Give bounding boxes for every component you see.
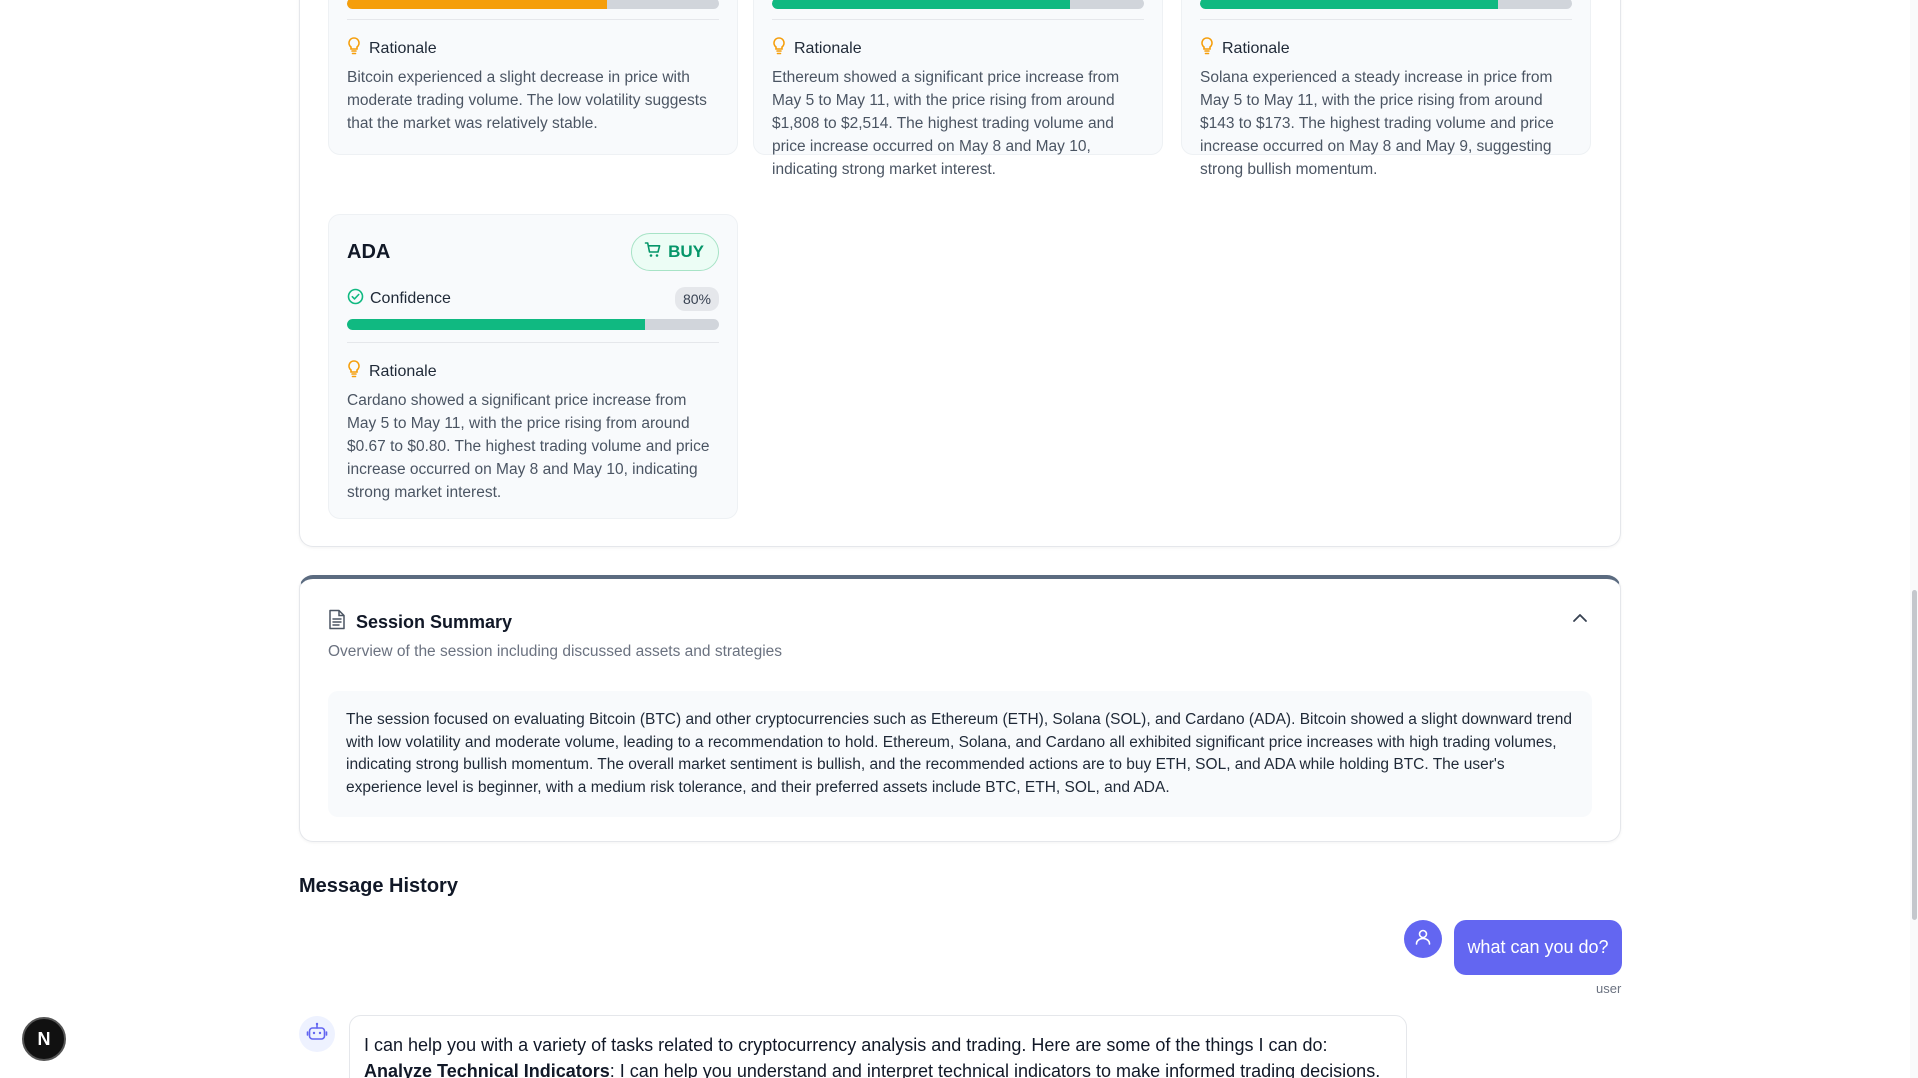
user-avatar [1404,920,1442,958]
user-message-bubble: what can you do? [1454,920,1622,975]
lightbulb-icon [347,360,361,383]
confidence-bar [347,0,719,9]
rationale-text: Bitcoin experienced a slight decrease in… [347,69,707,132]
recommendation-card-eth: Rationale Ethereum showed a significant … [753,0,1163,178]
robot-icon [306,1021,328,1048]
lightbulb-icon [1200,37,1214,60]
user-role-label: user [1596,981,1622,996]
rationale-text: Solana experienced a steady increase in … [1200,69,1554,178]
nextjs-dev-badge[interactable]: N [22,1017,66,1061]
session-summary-panel: Session Summary Overview of the session … [299,575,1621,842]
confidence-bar [1200,0,1572,9]
chevron-up-icon [1572,610,1588,628]
lightbulb-icon [347,37,361,60]
card-divider [1200,19,1572,20]
bot-avatar [299,1016,335,1052]
recommendation-card-ada: ADA BUY Confidence 80% Rationale Cardano… [328,214,738,519]
rationale-label: Rationale [794,39,862,57]
rationale-text: Ethereum showed a significant price incr… [772,69,1120,178]
bot-message-intro: I can help you with a variety of tasks r… [364,1035,1328,1055]
confidence-row: Confidence 80% [347,285,719,313]
rationale-text: Cardano showed a significant price incre… [347,392,710,501]
confidence-bar [772,0,1144,9]
session-summary-header: Session Summary [328,609,512,635]
confidence-bar-fill [347,319,645,330]
session-summary-subtitle: Overview of the session including discus… [328,643,783,660]
confidence-bar-fill [347,0,608,9]
lightbulb-icon [772,37,786,60]
bot-message-item: Analyze Technical Indicators: I can help… [364,1058,1392,1078]
page-scrollbar[interactable] [1910,0,1918,1078]
rationale-label: Rationale [369,362,437,380]
bot-item-text: : I can help you understand and interpre… [609,1061,1381,1078]
confidence-value: 80% [674,287,719,311]
recommendation-card-sol: Rationale Solana experienced a steady in… [1181,0,1591,178]
message-history-title: Message History [299,875,458,897]
rationale-header: Rationale [1200,37,1290,60]
action-label: BUY [668,242,704,261]
confidence-bar-fill [1200,0,1498,9]
session-summary-body: The session focused on evaluating Bitcoi… [328,691,1592,817]
bot-message-bubble: I can help you with a variety of tasks r… [349,1015,1407,1078]
recommendation-card-btc: Rationale Bitcoin experienced a slight d… [328,0,738,155]
session-summary-title: Session Summary [356,611,513,632]
rationale-header: Rationale [347,360,437,383]
confidence-bar [347,319,719,330]
rationale-label: Rationale [1222,39,1290,57]
rationale-header: Rationale [772,37,862,60]
card-divider [772,19,1144,20]
confidence-label: Confidence [347,288,451,310]
scrollbar-thumb[interactable] [1912,590,1917,920]
asset-symbol: ADA [347,241,391,263]
card-divider [347,19,719,20]
bot-item-title: Analyze Technical Indicators [364,1061,610,1078]
recommendations-panel: Rationale Bitcoin experienced a slight d… [299,0,1621,547]
confidence-bar-fill [772,0,1070,9]
rationale-label: Rationale [369,39,437,57]
document-icon [328,609,346,635]
cart-icon [644,241,662,264]
confidence-text: Confidence [370,290,451,307]
rationale-header: Rationale [347,37,437,60]
card-divider [347,342,719,343]
collapse-button[interactable] [1570,609,1590,629]
buy-badge[interactable]: BUY [631,233,719,271]
check-circle-icon [347,288,364,310]
user-icon [1413,927,1433,952]
